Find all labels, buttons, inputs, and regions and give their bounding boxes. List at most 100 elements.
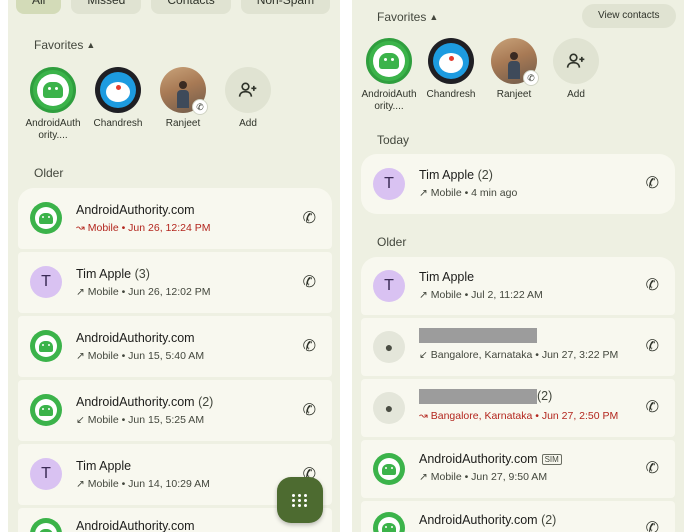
outgoing-call-icon: ↗ — [76, 286, 85, 298]
favorites-label: Favorites — [377, 10, 427, 24]
redacted-name — [419, 389, 537, 405]
add-person-icon — [553, 38, 599, 84]
call-count: (3) — [134, 267, 150, 281]
section-older: Older — [34, 166, 64, 180]
dialpad-button[interactable] — [277, 477, 323, 523]
phone-icon[interactable]: ✆ — [646, 173, 659, 193]
phone-icon[interactable]: ✆ — [303, 272, 316, 292]
letter-avatar: T — [373, 270, 405, 302]
favorite-ranjeet[interactable]: ✆ Ranjeet — [485, 38, 543, 101]
chip-contacts[interactable]: Contacts — [151, 0, 231, 14]
section-today: Today — [377, 133, 410, 147]
call-row[interactable]: AndroidAuthority.com (2) ↙ Mobile • Jun … — [18, 380, 332, 441]
favorite-ranjeet[interactable]: ✆ Ranjeet — [154, 67, 212, 130]
chip-all[interactable]: All — [16, 0, 62, 14]
chevron-up-icon: ▲ — [86, 40, 96, 50]
favorite-name: Add — [567, 89, 585, 100]
outgoing-call-icon: ↗ — [419, 471, 428, 483]
outgoing-call-icon: ↗ — [76, 350, 85, 362]
android-authority-avatar — [30, 394, 62, 426]
call-row[interactable]: AndroidAuthority.com (2) ✆ — [361, 501, 675, 532]
phone-icon[interactable]: ✆ — [646, 275, 659, 295]
favorite-add[interactable]: Add — [547, 38, 605, 101]
sim-card-icon: SIM — [541, 454, 562, 466]
contact-name: Tim Apple — [419, 168, 475, 182]
view-contacts-button[interactable]: View contacts — [582, 4, 676, 28]
person-avatar-icon: ● — [373, 392, 405, 424]
call-row[interactable]: ● (2) ↝ Bangalore, Karnataka • Jun 27, 2… — [361, 379, 675, 437]
favorite-androidauthority[interactable]: AndroidAuthority.... — [24, 67, 82, 142]
call-row[interactable]: AndroidAuthority.com ↝ Mobile • Jun 26, … — [18, 188, 332, 249]
phone-icon[interactable]: ✆ — [303, 400, 316, 420]
call-count: (2) — [541, 513, 557, 527]
call-row[interactable]: T Tim Apple ↗ Mobile • Jul 2, 11:22 AM ✆ — [361, 257, 675, 315]
call-row[interactable]: T Tim Apple (2) ↗ Mobile • 4 min ago ✆ — [361, 154, 675, 214]
letter-avatar: T — [30, 458, 62, 490]
contact-name: AndroidAuthority.com — [76, 331, 195, 345]
phone-badge-icon: ✆ — [523, 70, 539, 86]
dialpad-icon — [292, 493, 308, 507]
chip-missed[interactable]: Missed — [71, 0, 142, 14]
phone-badge-icon: ✆ — [192, 99, 208, 115]
doraemon-avatar — [428, 38, 474, 84]
android-authority-avatar — [373, 512, 405, 532]
call-detail: Mobile • Jun 27, 9:50 AM — [430, 471, 548, 483]
call-detail: Bangalore, Karnataka • Jun 27, 2:50 PM — [430, 410, 619, 422]
photo-avatar: ✆ — [491, 38, 539, 86]
call-row[interactable]: T Tim Apple (3) ↗ Mobile • Jun 26, 12:02… — [18, 252, 332, 313]
call-count: (2) — [537, 389, 553, 403]
android-authority-avatar — [30, 67, 76, 113]
favorites-header[interactable]: Favorites ▲ — [34, 38, 95, 52]
chevron-up-icon: ▲ — [429, 12, 439, 22]
call-detail: Mobile • 4 min ago — [430, 187, 518, 199]
call-count: (2) — [477, 168, 493, 182]
favorite-androidauthority[interactable]: AndroidAuthority.... — [360, 38, 418, 113]
phone-icon[interactable]: ✆ — [646, 518, 659, 532]
contact-name: AndroidAuthority.com — [419, 452, 538, 466]
favorite-name: Chandresh — [426, 89, 476, 100]
section-older: Older — [377, 235, 407, 249]
call-row[interactable]: AndroidAuthority.com SIM ↗ Mobile • Jun 2… — [361, 440, 675, 498]
letter-avatar: T — [30, 266, 62, 298]
favorite-add[interactable]: Add — [219, 67, 277, 130]
phone-icon[interactable]: ✆ — [303, 336, 316, 356]
call-detail: Mobile • Jun 15, 5:40 AM — [87, 350, 205, 362]
chip-non-spam[interactable]: Non-Spam — [240, 0, 331, 14]
call-detail: Mobile • Jun 26, 12:02 PM — [87, 286, 211, 298]
letter-avatar: T — [373, 168, 405, 200]
call-row[interactable]: AndroidAuthority.com ↗ Mobile • Jun 15, … — [18, 316, 332, 377]
filter-chips: All Missed Contacts Non-Spam S — [16, 0, 340, 14]
favorite-name: Ranjeet — [496, 89, 532, 100]
favorite-name: AndroidAuthority.... — [25, 118, 81, 141]
favorite-name: Chandresh — [93, 118, 143, 129]
favorite-name: Add — [239, 118, 257, 129]
call-detail: Mobile • Jun 15, 5:25 AM — [87, 414, 205, 426]
photo-avatar: ✆ — [160, 67, 208, 115]
call-detail: Mobile • Jun 26, 12:24 PM — [87, 222, 211, 234]
call-history-screen-left: All Missed Contacts Non-Spam S Favorites… — [8, 0, 340, 532]
phone-icon[interactable]: ✆ — [646, 397, 659, 417]
contact-name: Tim Apple — [76, 459, 132, 473]
outgoing-call-icon: ↗ — [419, 289, 428, 301]
doraemon-avatar — [95, 67, 141, 113]
android-authority-avatar — [373, 453, 405, 485]
android-authority-avatar — [30, 330, 62, 362]
android-authority-avatar — [30, 518, 62, 532]
call-history-screen-right: Favorites ▲ View contacts AndroidAuthori… — [352, 0, 684, 532]
phone-icon[interactable]: ✆ — [646, 336, 659, 356]
favorite-chandresh[interactable]: Chandresh — [422, 38, 480, 101]
call-detail: Mobile • Jul 2, 11:22 AM — [430, 289, 543, 301]
missed-call-icon: ↝ — [76, 222, 85, 234]
call-row[interactable]: ● ↙ Bangalore, Karnataka • Jun 27, 3:22 … — [361, 318, 675, 376]
person-avatar-icon: ● — [373, 331, 405, 363]
contact-name: AndroidAuthority.com — [76, 203, 195, 217]
contact-name: AndroidAuthority.com — [76, 395, 195, 409]
favorite-chandresh[interactable]: Chandresh — [89, 67, 147, 130]
favorites-header[interactable]: Favorites ▲ — [377, 10, 438, 24]
android-authority-avatar — [366, 38, 412, 84]
phone-icon[interactable]: ✆ — [303, 208, 316, 228]
android-authority-avatar — [30, 202, 62, 234]
favorites-label: Favorites — [34, 38, 84, 52]
phone-icon[interactable]: ✆ — [646, 458, 659, 478]
incoming-call-icon: ↙ — [76, 414, 85, 426]
